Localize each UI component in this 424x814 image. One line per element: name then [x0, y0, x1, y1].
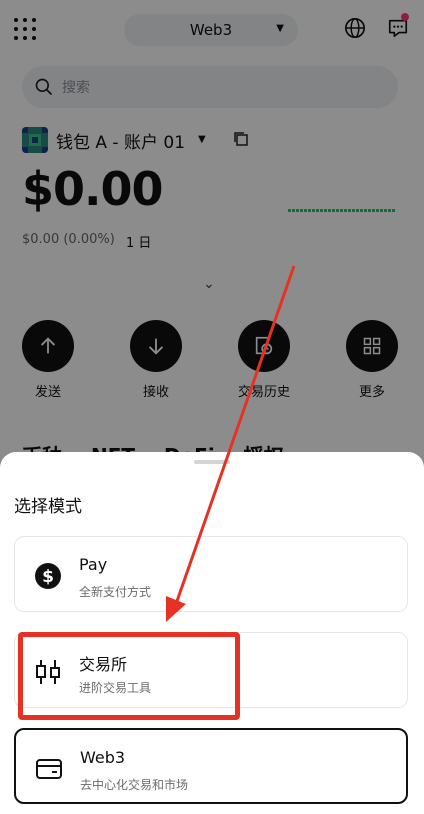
mode-option-pay[interactable]: $ Pay 全新支付方式 — [14, 536, 408, 612]
annotation-highlight-box — [18, 632, 240, 720]
option-subtitle: 全新支付方式 — [79, 585, 152, 599]
dollar-icon: $ — [35, 563, 61, 589]
option-title: Pay — [79, 555, 108, 574]
svg-text:$: $ — [42, 567, 54, 587]
option-title: Web3 — [80, 748, 126, 767]
sheet-title: 选择模式 — [14, 497, 82, 517]
mode-option-web3[interactable]: Web3 去中心化交易和市场 — [14, 728, 408, 804]
wallet-card-icon — [36, 759, 62, 779]
sheet-drag-handle[interactable] — [194, 460, 230, 464]
option-subtitle: 去中心化交易和市场 — [80, 778, 189, 792]
